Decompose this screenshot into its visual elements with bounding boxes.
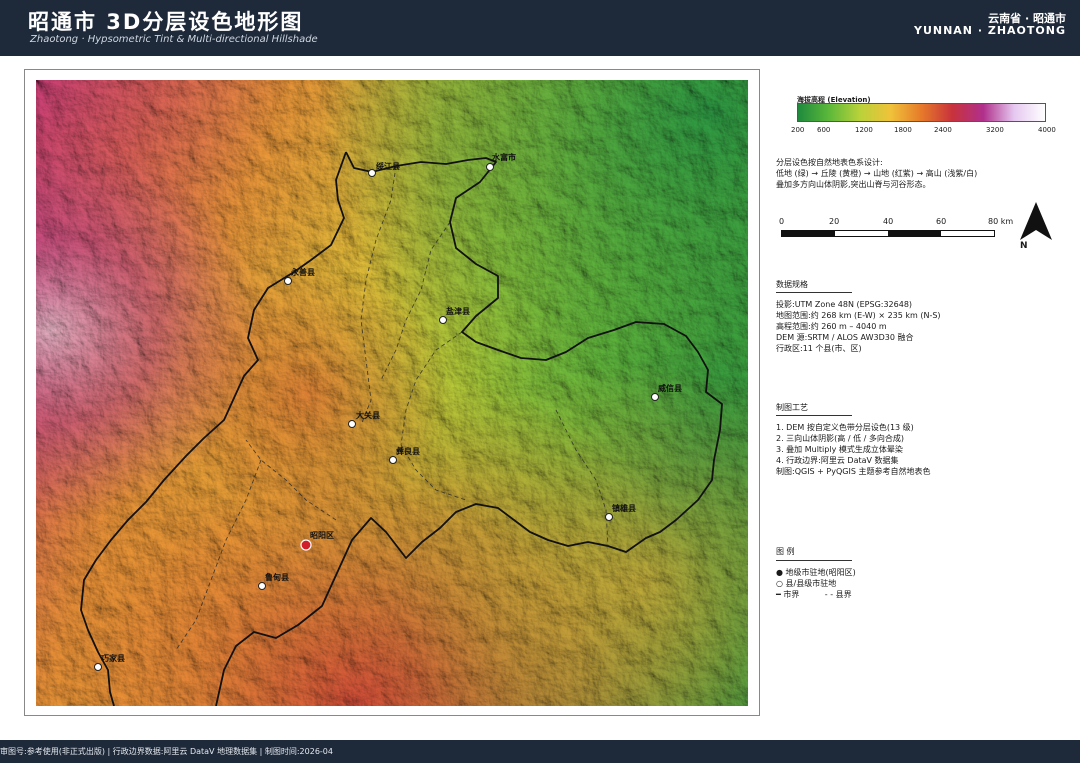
color-ramp-tick-label: 200 xyxy=(791,126,805,134)
color-ramp-tick-label: 1200 xyxy=(855,126,873,134)
map-title: 昭通市 3D分层设色地形图 xyxy=(28,10,304,34)
list-item: 高程范围:约 260 m – 4040 m xyxy=(776,322,887,331)
place-label: 鲁甸县 xyxy=(264,572,289,582)
place-label: 巧家县 xyxy=(101,653,125,663)
list-item: 2. 三向山体阴影(高 / 低 / 多向合成) xyxy=(776,434,904,443)
scale-label: 20 xyxy=(829,217,840,226)
data-spec-title: 数据规格 xyxy=(776,280,808,289)
place-label: 镇雄县 xyxy=(612,503,636,513)
place-label: 永善县 xyxy=(290,267,315,277)
color-ramp-tick-label: 4000 xyxy=(1038,126,1056,134)
place-label: 昭阳区 xyxy=(310,531,334,540)
list-item: 3. 叠加 Multiply 模式生成立体晕染 xyxy=(776,445,903,454)
process-title: 制图工艺 xyxy=(776,403,808,412)
footer-text: 审图号:参考使用(非正式出版) | 行政边界数据:阿里云 DataV 地理数据集… xyxy=(0,747,333,756)
list-item: 1. DEM 按自定义色带分层设色(13 级) xyxy=(776,423,914,432)
north-label: N xyxy=(1020,241,1028,251)
place-label: 绥江县 xyxy=(376,161,400,171)
color-ramp-tick-label: 1800 xyxy=(894,126,912,134)
list-item: 地图范围:约 268 km (E-W) × 235 km (N-S) xyxy=(776,311,941,320)
hillshade-layer xyxy=(36,80,748,706)
list-item: 行政区:11 个县(市、区) xyxy=(776,344,862,353)
region-label-en: YUNNAN · ZHAOTONG xyxy=(913,24,1066,37)
terrain-map[interactable]: 绥江县 水富市 永善县 盐津县 威信县 大关县 彝良县 镇雄县 昭阳区 鲁甸县 … xyxy=(36,80,748,706)
header-bar: 昭通市 3D分层设色地形图 Zhaotong · Hypsometric Tin… xyxy=(0,0,1080,56)
legend-item-capital: ● 地级市驻地(昭阳区) xyxy=(776,568,856,577)
place-label: 大关县 xyxy=(356,410,380,420)
scale-label: 60 xyxy=(936,217,947,226)
place-label: 彝良县 xyxy=(396,446,420,456)
list-item: 投影:UTM Zone 48N (EPSG:32648) xyxy=(776,300,913,309)
description-line: 叠加多方向山体阴影,突出山脊与河谷形态。 xyxy=(776,180,931,189)
color-ramp-tick-label: 3200 xyxy=(986,126,1004,134)
place-label: 威信县 xyxy=(658,383,682,393)
list-item: 4. 行政边界:阿里云 DataV 数据集 xyxy=(776,456,899,465)
description-line: 分层设色按自然地表色系设计: xyxy=(776,158,883,167)
description-line: 低地 (绿) → 丘陵 (黄橙) → 山地 (红紫) → 高山 (浅紫/白) xyxy=(776,169,978,178)
list-item: DEM 源:SRTM / ALOS AW3D30 融合 xyxy=(776,333,914,342)
color-ramp-tick-label: 2400 xyxy=(934,126,952,134)
north-arrow-icon xyxy=(1020,202,1052,240)
place-label: 盐津县 xyxy=(446,306,470,316)
footer-bar: 审图号:参考使用(非正式出版) | 行政边界数据:阿里云 DataV 地理数据集… xyxy=(0,740,1080,763)
terrain-map-svg: 绥江县 水富市 永善县 盐津县 威信县 大关县 彝良县 镇雄县 昭阳区 鲁甸县 … xyxy=(36,80,748,706)
place-label: 水富市 xyxy=(491,152,516,162)
color-ramp-bar xyxy=(797,103,1046,122)
legend-item-boundaries: ━ 市界 - - 县界 xyxy=(776,590,852,599)
scale-label: 0 xyxy=(779,217,785,226)
scale-label: 80 km xyxy=(988,217,1014,226)
color-ramp-tick-label: 600 xyxy=(817,126,831,134)
legend-title: 图 例 xyxy=(776,547,795,556)
list-item: 制图:QGIS + PyQGIS 主题参考自然地表色 xyxy=(776,467,931,476)
scale-label: 40 xyxy=(883,217,894,226)
legend-item-county: ○ 县/县级市驻地 xyxy=(776,579,837,588)
map-subtitle: Zhaotong · Hypsometric Tint & Multi-dire… xyxy=(30,34,318,45)
